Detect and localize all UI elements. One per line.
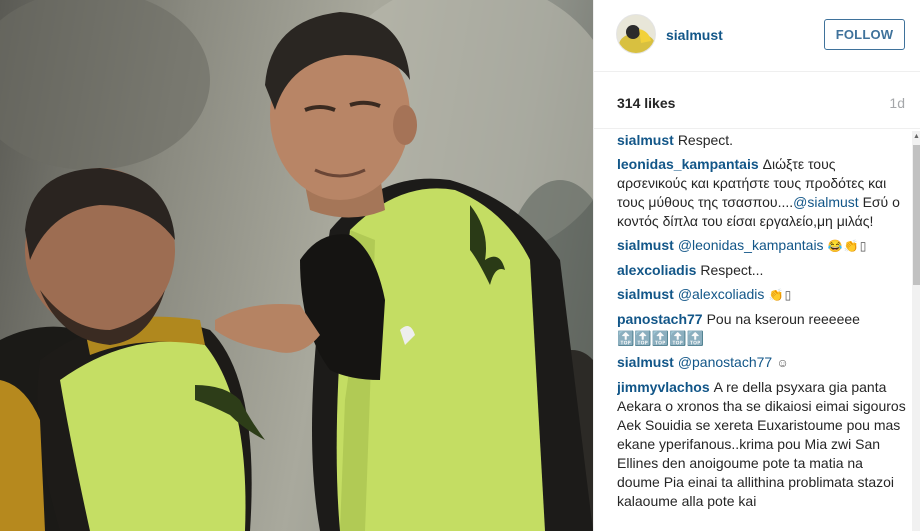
post-time[interactable]: 1d (889, 95, 905, 111)
comment-item: sialmust Respect. (617, 131, 907, 150)
comment-author[interactable]: jimmyvlachos (617, 379, 710, 395)
post-photo[interactable] (0, 0, 593, 531)
comment-mention[interactable]: @leonidas_kampantais (678, 237, 824, 253)
like-count[interactable]: 314 likes (617, 95, 675, 111)
comment-text: Respect. (677, 132, 734, 148)
comment-author[interactable]: sialmust (617, 237, 674, 253)
comment-text: Respect... (700, 262, 764, 278)
comment-item: jimmyvlachos A re della psyxara gia panta… (617, 378, 907, 511)
emoji-glyphs: 😂👏▯ (823, 239, 868, 253)
comment-mention[interactable]: @alexcoliadis (678, 286, 765, 302)
comment-author[interactable]: sialmust (617, 132, 674, 148)
comment-item: alexcoliadis Respect... (617, 261, 907, 280)
post-header: sialmust FOLLOW (594, 0, 920, 72)
comment-author[interactable]: sialmust (617, 286, 674, 302)
emoji-glyphs: 👏▯ (764, 288, 793, 302)
comment-mention[interactable]: @sialmust (793, 194, 859, 210)
comment-author[interactable]: alexcoliadis (617, 262, 696, 278)
comment-item: sialmust @panostach77 ☺ (617, 353, 907, 373)
comment-item: sialmust @leonidas_kampantais 😂👏▯ (617, 236, 907, 256)
scroll-thumb[interactable] (913, 145, 920, 285)
post-panel: sialmust FOLLOW 314 likes 1d sialmust Res… (593, 0, 920, 531)
profile-avatar[interactable] (616, 14, 656, 54)
comment-text: A re della psyxara gia panta Aekara o xr… (617, 379, 906, 509)
scroll-up-arrow-icon[interactable]: ▲ (912, 131, 920, 143)
comment-scrollbar[interactable]: ▲ (912, 131, 920, 531)
comment-author[interactable]: leonidas_kampantais (617, 156, 759, 172)
comment-list: sialmust Respect. leonidas_kampantais Διώξ… (617, 131, 907, 531)
photo-illustration (0, 0, 593, 531)
post-username[interactable]: sialmust (666, 27, 723, 43)
likes-row: 314 likes 1d (594, 72, 920, 129)
comment-mention[interactable]: @panostach77 (678, 354, 772, 370)
comment-item: panostach77 Pou na kseroun reeeeee 🔝🔝🔝🔝🔝 (617, 310, 907, 348)
comment-author[interactable]: sialmust (617, 354, 674, 370)
comment-item: sialmust @alexcoliadis 👏▯ (617, 285, 907, 305)
emoji-glyphs: ☺ (772, 356, 790, 370)
follow-button[interactable]: FOLLOW (824, 19, 905, 50)
avatar-icon (617, 15, 655, 53)
comment-author[interactable]: panostach77 (617, 311, 703, 327)
comment-item: leonidas_kampantais Διώξτε τους αρσενικού… (617, 155, 907, 231)
